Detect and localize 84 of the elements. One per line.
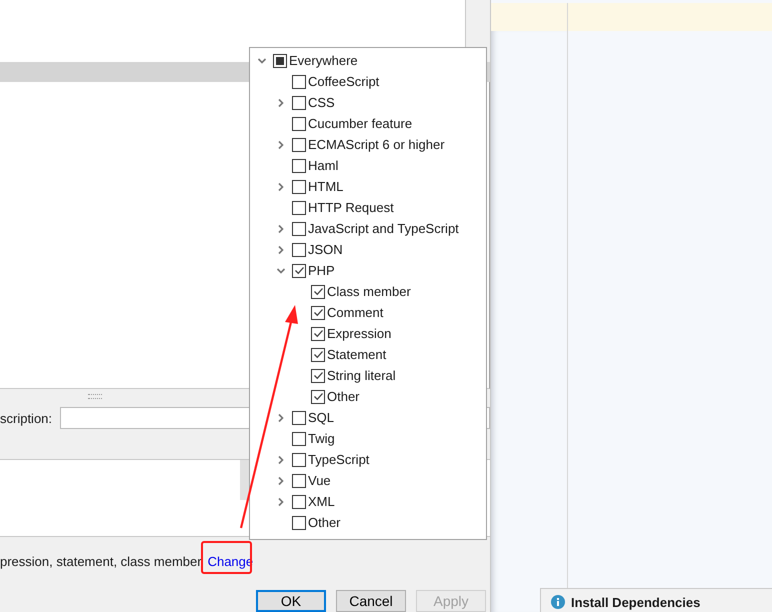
checkbox[interactable] [311,326,325,340]
checkbox[interactable] [292,138,306,152]
item-label: CoffeeScript [308,74,380,89]
tree-item[interactable]: Vue [250,470,486,491]
item-label: HTTP Request [308,200,394,215]
checkbox[interactable] [292,242,306,256]
checkbox[interactable] [292,474,306,488]
checkmark-icon [312,391,324,402]
item-label: Everywhere [289,53,358,68]
item-label: HTML [308,179,344,194]
item-label: Statement [327,347,386,362]
item-label: String literal [327,368,396,383]
tree-item[interactable]: TypeScript [250,449,486,470]
checkbox[interactable] [292,516,306,530]
tree-item[interactable]: Haml [250,155,486,176]
notification[interactable]: Install Dependencies [540,588,772,612]
tree-item[interactable]: XML [250,491,486,512]
item-label: Expression [327,326,392,341]
checkbox[interactable] [292,222,306,236]
checkbox[interactable] [292,96,306,110]
checkbox[interactable] [292,74,306,88]
item-label: Other [308,515,341,530]
checkmark-icon [312,349,324,360]
tree-item[interactable]: String literal [250,365,486,386]
checkmark-icon [294,265,304,276]
checkmark-icon [312,370,324,381]
checkbox[interactable] [292,410,306,424]
context-text: pression, statement, class member [0,554,202,568]
checkbox[interactable] [311,390,325,404]
checkbox[interactable] [292,264,306,278]
tree-item[interactable]: PHP [250,260,486,281]
tree-item[interactable]: HTML [250,176,486,197]
item-label: JavaScript and TypeScript [308,221,459,236]
mixed-state-icon [276,56,284,64]
item-label: CSS [308,95,335,110]
item-label: Other [327,389,360,404]
tree-item[interactable]: Other [250,386,486,407]
item-label: ECMAScript 6 or higher [308,137,445,152]
checkbox[interactable] [292,452,306,466]
tree-item[interactable]: CoffeeScript [250,71,486,92]
dialog-button[interactable]: OK [256,590,326,612]
tree-item[interactable]: SQL [250,407,486,428]
item-label: Class member [327,284,411,299]
tree-item[interactable]: Statement [250,344,486,365]
checkbox[interactable] [311,368,325,382]
checkbox[interactable] [311,284,325,298]
checkmark-icon [312,328,324,339]
checkbox[interactable] [292,200,306,214]
dialog-button[interactable]: Cancel [336,590,406,612]
tree-item[interactable]: ECMAScript 6 or higher [250,134,486,155]
item-label: Vue [308,473,331,488]
checkmark-icon [312,307,324,318]
item-label: Twig [308,431,335,446]
tree-item[interactable]: Cucumber feature [250,113,486,134]
tree-item[interactable]: JavaScript and TypeScript [250,218,486,239]
tree-item[interactable]: Comment [250,302,486,323]
checkbox[interactable] [292,180,306,194]
item-label: PHP [308,263,335,278]
tree-item[interactable]: Everywhere [250,50,486,71]
info-icon [551,595,565,609]
checkbox[interactable] [311,306,325,320]
tree-item[interactable]: Other [250,512,486,533]
item-label: Cucumber feature [308,116,412,131]
checkbox[interactable] [311,348,325,362]
checkbox[interactable] [292,158,306,172]
checkbox[interactable] [273,54,287,68]
item-label: TypeScript [308,452,370,467]
tree-item[interactable]: CSS [250,92,486,113]
checkbox[interactable] [292,432,306,446]
checkbox[interactable] [292,116,306,130]
item-label: XML [308,494,335,509]
item-label: Comment [327,305,384,320]
tree-item[interactable]: JSON [250,239,486,260]
tree-item[interactable]: Expression [250,323,486,344]
item-label: JSON [308,242,343,257]
checkmark-icon [312,286,324,297]
item-label: Haml [308,158,338,173]
tree-item[interactable]: HTTP Request [250,197,486,218]
item-label: SQL [308,410,334,425]
checkbox[interactable] [292,494,306,508]
tree-item[interactable]: Twig [250,428,486,449]
tree-item[interactable]: Class member [250,281,486,302]
notification-text: Install Dependencies [571,595,700,610]
description-label: scription: [0,410,52,426]
